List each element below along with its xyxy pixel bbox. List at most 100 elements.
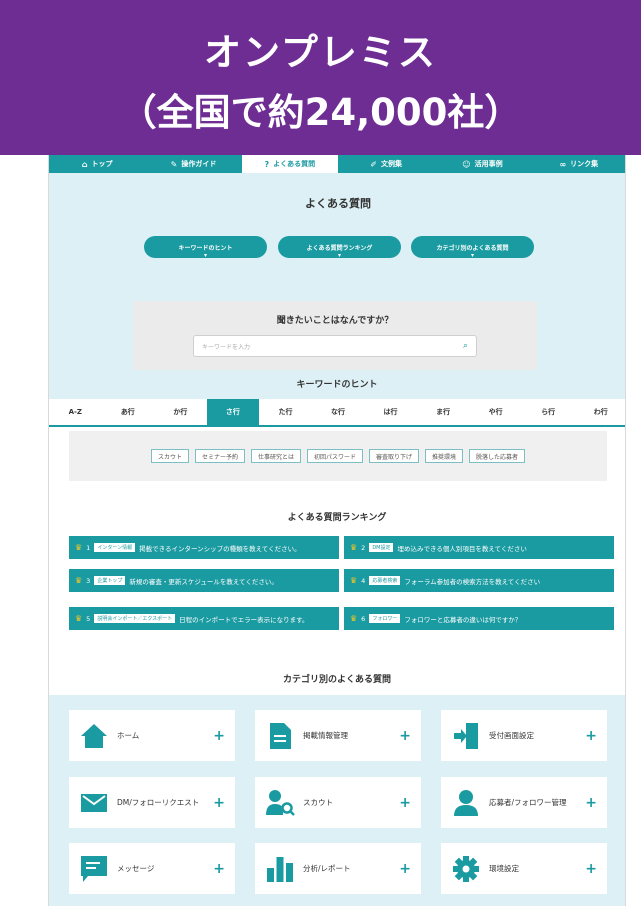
keyword-chip[interactable]: スカウト [150,449,189,463]
tab-a[interactable]: あ行 [102,399,155,425]
category-card-scout[interactable]: スカウト + [255,777,421,828]
plus-icon[interactable]: + [585,728,597,744]
rank-tag: フォロワー [369,614,401,623]
ranking-section-title: よくある質問ランキング [287,513,387,523]
guide-icon: ✎ [170,159,178,169]
category-grid: ホーム + 掲載情報管理 + 受付画面設定 + DM/フォローリクエスト + ス… [49,695,625,906]
document-icon [265,721,295,751]
plus-icon[interactable]: + [585,795,597,811]
mail-icon [79,788,109,818]
crown-icon: ♛ [350,614,358,623]
rank-number: 6 [361,614,366,623]
question-icon: ? [264,159,270,169]
rank-number: 4 [361,576,366,585]
category-label: スカウト [303,798,333,807]
keyword-chip[interactable]: セミナー予約 [194,449,245,463]
plus-icon[interactable]: + [213,728,225,744]
category-card-listing[interactable]: 掲載情報管理 + [255,710,421,761]
tab-ra[interactable]: ら行 [522,399,575,425]
keyword-tabs: A-Z あ行 か行 さ行 た行 な行 は行 ま行 や行 ら行 わ行 [49,399,625,427]
keyword-chip[interactable]: 推奨環境 [425,449,464,463]
rank-question: フォロワーと応募者の違いは何ですか？ [404,615,522,624]
nav-cases[interactable]: ☺ 活用事例 [434,155,530,173]
nav-examples[interactable]: ✐ 文例集 [338,155,434,173]
category-card-reception[interactable]: 受付画面設定 + [441,710,607,761]
search-icon[interactable]: ⌕ [463,341,468,351]
ranking-item[interactable]: ♛ 4 応募者検索 フォーラム参加者の検索方法を教えてください [344,569,614,592]
keyword-chip[interactable]: 仕事研究とは [250,449,301,463]
crown-icon: ♛ [350,543,358,552]
ranking-item[interactable]: ♛ 1 インターン情報 掲載できるインターンシップの種類を教えてください。 [69,536,339,559]
category-button[interactable]: カテゴリ別のよくある質問 [411,236,534,258]
tab-wa[interactable]: わ行 [574,399,625,425]
tab-sa[interactable]: さ行 [206,399,260,425]
link-icon: ∞ [559,159,567,169]
category-card-applicants[interactable]: 応募者/フォロワー管理 + [441,777,607,828]
category-section-title: カテゴリ別のよくある質問 [282,675,391,685]
person-icon [451,788,481,818]
rank-number: 3 [86,576,91,585]
ranking-button[interactable]: よくある質問ランキング [278,236,401,258]
crown-icon: ♛ [75,614,83,623]
tab-na[interactable]: な行 [312,399,365,425]
document-icon: ✐ [370,159,377,169]
scout-icon [265,788,295,818]
ranking-item[interactable]: ♛ 6 フォロワー フォロワーと応募者の違いは何ですか？ [344,607,614,630]
plus-icon[interactable]: + [399,795,411,811]
nav-label: トップ [91,160,113,168]
category-label: 環境設定 [489,864,519,873]
crown-icon: ♛ [75,543,83,552]
people-icon: ☺ [462,159,471,169]
home-icon [79,721,109,751]
search-panel: 聞きたいことはなんですか？ キーワードを入力 ⌕ [133,301,537,370]
category-card-message[interactable]: メッセージ + [69,843,235,894]
ranking-item[interactable]: ♛ 2 DM設定 埋め込みできる個人別項目を教えてください [344,536,614,559]
chart-icon [265,854,295,884]
crown-icon: ♛ [350,576,358,585]
category-card-home[interactable]: ホーム + [69,710,235,761]
search-input[interactable]: キーワードを入力 ⌕ [193,335,477,357]
plus-icon[interactable]: + [585,861,597,877]
tab-ka[interactable]: か行 [154,399,207,425]
rank-question: 新規の審査・更新スケジュールを教えてください。 [129,577,278,586]
banner-subtitle: （全国で約24,000社） [119,91,522,134]
page-title: よくある質問 [305,197,371,210]
keyword-chip[interactable]: 脱落した応募者 [469,449,526,463]
category-card-analytics[interactable]: 分析/レポート + [255,843,421,894]
gear-icon [451,854,481,884]
tab-az[interactable]: A-Z [49,399,102,425]
rank-question: 掲載できるインターンシップの種類を教えてください。 [139,544,301,553]
tab-ha[interactable]: は行 [364,399,417,425]
nav-faq[interactable]: ? よくある質問 [241,155,338,173]
keyword-chip[interactable]: 審査取り下げ [369,449,420,463]
ranking-item[interactable]: ♛ 3 企業トップ 新規の審査・更新スケジュールを教えてください。 [69,569,339,592]
tab-ta[interactable]: た行 [259,399,312,425]
keyword-chip[interactable]: 初回パスワード [306,449,363,463]
ranking-item[interactable]: ♛ 5 説明会インポート／エクスポート 日程のインポートでエラー表示になります。 [69,607,339,630]
tab-ya[interactable]: や行 [469,399,522,425]
category-card-settings[interactable]: 環境設定 + [441,843,607,894]
nav-top[interactable]: ⌂ トップ [49,155,145,173]
banner-title: オンプレミス [204,31,437,74]
nav-label: 操作ガイド [181,160,217,168]
nav-label: よくある質問 [273,160,316,168]
keyword-chip-panel: スカウト セミナー予約 仕事研究とは 初回パスワード 審査取り下げ 推奨環境 脱… [69,431,607,481]
category-label: 応募者/フォロワー管理 [489,798,567,807]
rank-tag: 企業トップ [94,576,126,585]
category-label: メッセージ [117,864,155,873]
tab-ma[interactable]: ま行 [417,399,470,425]
rank-question: 日程のインポートでエラー表示になります。 [179,615,309,624]
keyword-hint-button[interactable]: キーワードのヒント [144,236,267,258]
rank-number: 2 [361,543,366,552]
crown-icon: ♛ [75,576,83,585]
plus-icon[interactable]: + [399,861,411,877]
nav-guide[interactable]: ✎ 操作ガイド [145,155,241,173]
plus-icon[interactable]: + [213,861,225,877]
nav-links[interactable]: ∞ リンク集 [531,155,625,173]
search-placeholder: キーワードを入力 [202,343,251,351]
category-card-dm[interactable]: DM/フォローリクエスト + [69,777,235,828]
rank-question: 埋め込みできる個人別項目を教えてください [397,544,527,553]
rank-number: 5 [86,614,91,623]
plus-icon[interactable]: + [213,795,225,811]
plus-icon[interactable]: + [399,728,411,744]
